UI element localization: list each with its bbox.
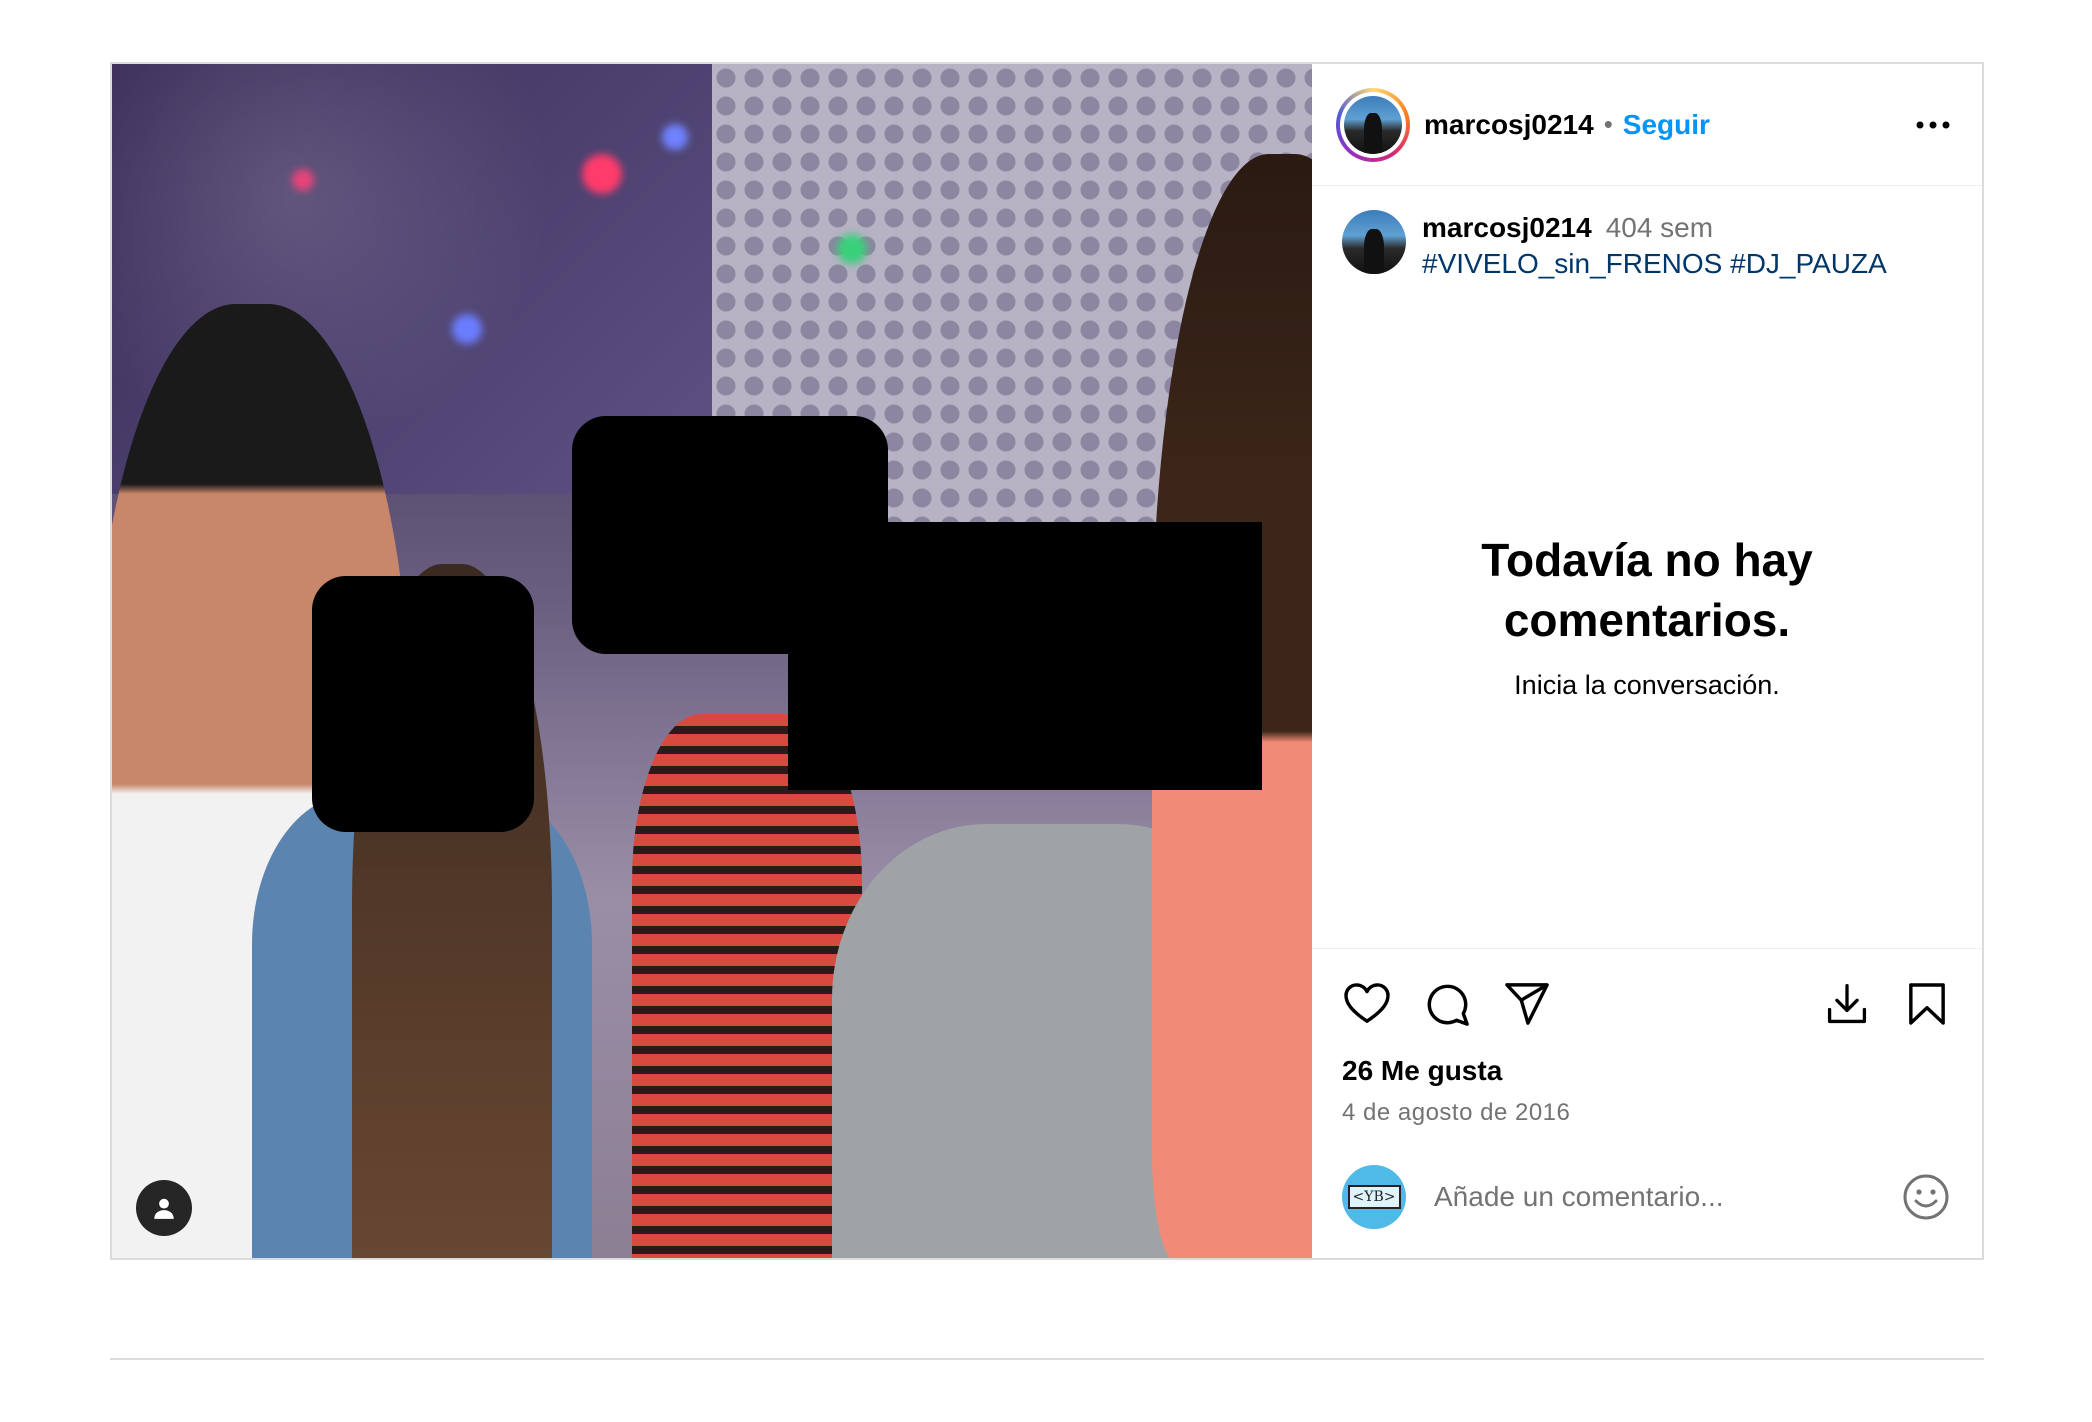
- caption-avatar[interactable]: [1342, 210, 1406, 274]
- post-side-panel: marcosj0214 • Seguir marcosj0214 404 sem …: [1312, 64, 1982, 1258]
- like-button[interactable]: [1342, 979, 1392, 1029]
- no-comments-title: Todavía no hay comentarios.: [1481, 534, 1813, 646]
- action-bar: 26 Me gusta 4 de agosto de 2016: [1312, 948, 1982, 1127]
- header-username[interactable]: marcosj0214: [1424, 109, 1594, 141]
- emoji-icon: [1903, 1174, 1949, 1220]
- share-button[interactable]: [1502, 979, 1552, 1029]
- no-comments-subtitle: Inicia la conversación.: [1514, 670, 1780, 700]
- download-button[interactable]: [1822, 979, 1872, 1029]
- club-light: [292, 169, 314, 191]
- club-light: [582, 154, 622, 194]
- share-icon: [1505, 983, 1549, 1025]
- more-horizontal-icon: [1916, 121, 1950, 128]
- download-icon: [1827, 984, 1867, 1024]
- comment-input[interactable]: [1432, 1180, 1900, 1214]
- page-divider: [110, 1358, 1984, 1360]
- post-image[interactable]: [112, 64, 1312, 1258]
- avatar[interactable]: [1344, 95, 1402, 154]
- no-comments-message: Todavía no hay comentarios. Inicia la co…: [1312, 530, 1982, 701]
- caption-timestamp[interactable]: 404 sem: [1606, 212, 1713, 243]
- tagged-users-button[interactable]: [136, 1180, 192, 1236]
- post-header: marcosj0214 • Seguir: [1312, 64, 1982, 186]
- emoji-button[interactable]: [1900, 1171, 1952, 1223]
- user-tag-icon: [154, 1198, 174, 1219]
- separator-dot: •: [1603, 109, 1613, 139]
- caption-body: marcosj0214 404 sem #VIVELO_sin_FRENOS #D…: [1422, 210, 1887, 282]
- comment-button[interactable]: [1422, 979, 1472, 1029]
- caption: marcosj0214 404 sem #VIVELO_sin_FRENOS #D…: [1312, 186, 1982, 282]
- redaction-box: [312, 576, 534, 832]
- club-light: [452, 314, 482, 344]
- more-options-button[interactable]: [1908, 105, 1958, 145]
- comment-icon: [1427, 984, 1469, 1026]
- save-button[interactable]: [1902, 979, 1952, 1029]
- follow-button[interactable]: Seguir: [1623, 109, 1710, 141]
- caption-hashtags[interactable]: #VIVELO_sin_FRENOS #DJ_PAUZA: [1422, 248, 1887, 279]
- club-light: [662, 124, 688, 150]
- post-card: marcosj0214 • Seguir marcosj0214 404 sem …: [110, 62, 1984, 1260]
- bookmark-icon: [1909, 983, 1945, 1025]
- post-date[interactable]: 4 de agosto de 2016: [1342, 1099, 1952, 1127]
- club-light: [837, 234, 867, 264]
- likes-count[interactable]: 26 Me gusta: [1342, 1055, 1952, 1087]
- caption-username[interactable]: marcosj0214: [1422, 212, 1592, 243]
- current-user-avatar[interactable]: <YB>: [1342, 1165, 1406, 1229]
- story-ring[interactable]: [1336, 87, 1410, 162]
- heart-icon: [1344, 983, 1390, 1023]
- comment-bar: <YB>: [1312, 1136, 1982, 1258]
- current-user-avatar-text: <YB>: [1347, 1185, 1401, 1209]
- redaction-box: [788, 522, 1262, 790]
- person-striped-shirt: [632, 714, 862, 1258]
